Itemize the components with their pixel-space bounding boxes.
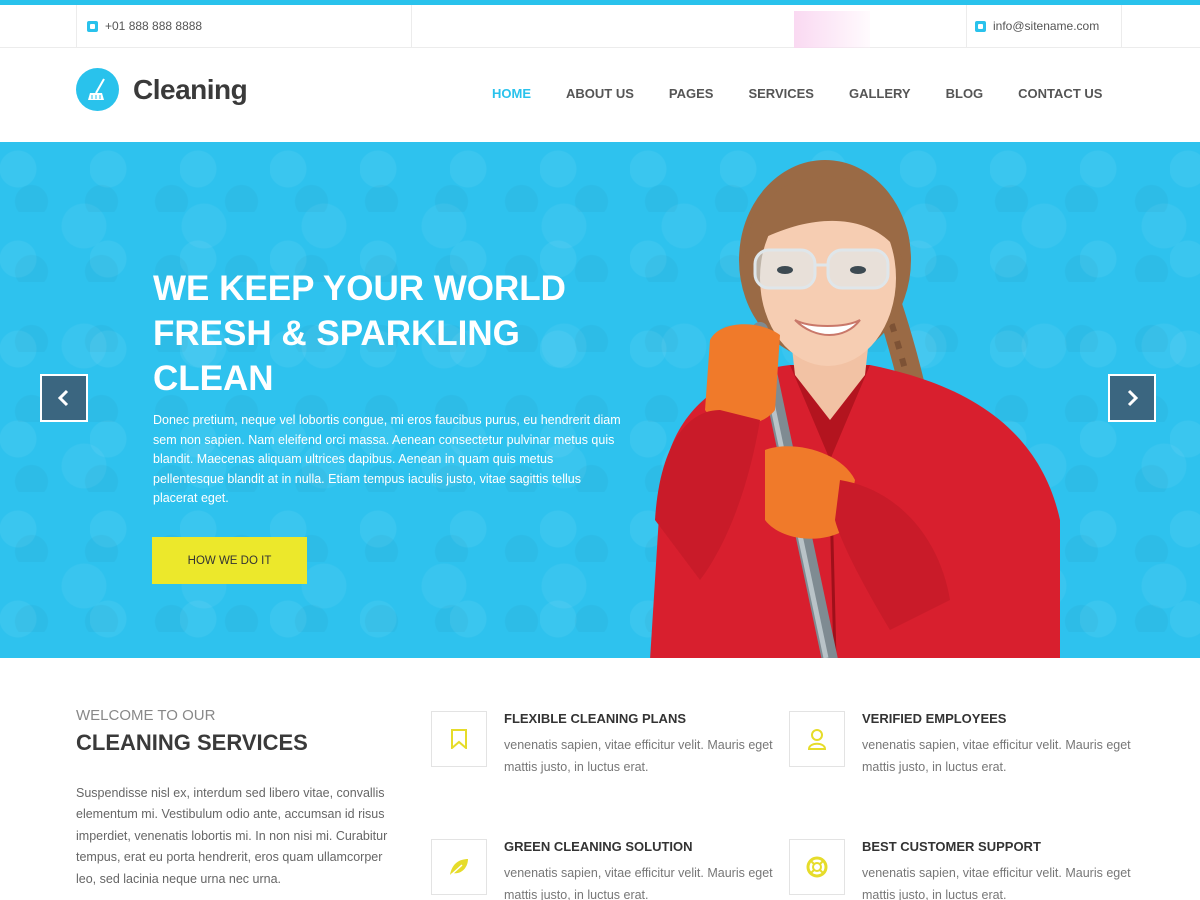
feature-title: FLEXIBLE CLEANING PLANS — [504, 711, 687, 726]
welcome-subtitle: WELCOME TO OUR — [76, 707, 216, 724]
hero-text: Donec pretium, neque vel lobortis congue… — [153, 413, 621, 506]
user-icon — [789, 711, 845, 767]
site-header: Cleaning HOME ABOUT US PAGES SERVICES GA… — [0, 48, 1200, 142]
welcome-title: CLEANING SERVICES — [76, 730, 308, 755]
site-logo[interactable]: Cleaning — [76, 68, 248, 111]
top-bar: +01 888 888 8888 info@sitename.com — [0, 5, 1200, 49]
broom-icon — [76, 68, 119, 111]
feature-text: venenatis sapien, vitae efficitur velit.… — [862, 866, 1131, 900]
top-bar-email[interactable]: info@sitename.com — [966, 5, 1122, 47]
hero-cleaner-image — [650, 160, 1060, 658]
feature-title: BEST CUSTOMER SUPPORT — [862, 839, 1041, 854]
feature-text: venenatis sapien, vitae efficitur velit.… — [504, 738, 773, 774]
nav-gallery[interactable]: GALLERY — [849, 86, 911, 101]
phone-icon — [87, 20, 98, 32]
main-nav: HOME ABOUT US PAGES SERVICES GALLERY BLO… — [492, 86, 1137, 101]
nav-blog[interactable]: BLOG — [946, 86, 984, 101]
nav-contact-us[interactable]: CONTACT US — [1018, 86, 1102, 101]
how-we-do-it-button[interactable]: HOW WE DO IT — [152, 537, 307, 584]
hero-title: WE KEEP YOUR WORLD FRESH & SPARKLING CLE… — [153, 269, 566, 398]
chevron-left-icon — [57, 389, 69, 407]
top-bar-phone[interactable]: +01 888 888 8888 — [76, 5, 412, 47]
feature-text: venenatis sapien, vitae efficitur velit.… — [504, 866, 773, 900]
chevron-right-icon — [1127, 389, 1139, 407]
feature-title: VERIFIED EMPLOYEES — [862, 711, 1007, 726]
email-address: info@sitename.com — [993, 19, 1100, 33]
nav-about-us[interactable]: ABOUT US — [566, 86, 634, 101]
leaf-icon — [431, 839, 487, 895]
bookmark-icon — [431, 711, 487, 767]
decorative-blob — [794, 11, 870, 49]
nav-home[interactable]: HOME — [492, 86, 531, 101]
lifebuoy-icon — [789, 839, 845, 895]
feature-title: GREEN CLEANING SOLUTION — [504, 839, 693, 854]
nav-pages[interactable]: PAGES — [669, 86, 714, 101]
welcome-text: Suspendisse nisl ex, interdum sed libero… — [76, 786, 388, 886]
email-icon — [975, 20, 986, 32]
slider-prev-button[interactable] — [40, 374, 88, 422]
slider-next-button[interactable] — [1108, 374, 1156, 422]
feature-text: venenatis sapien, vitae efficitur velit.… — [862, 738, 1131, 774]
nav-services[interactable]: SERVICES — [748, 86, 814, 101]
phone-number: +01 888 888 8888 — [105, 19, 203, 33]
logo-text: Cleaning — [133, 73, 248, 105]
hero-slider: WE KEEP YOUR WORLD FRESH & SPARKLING CLE… — [0, 142, 1200, 658]
